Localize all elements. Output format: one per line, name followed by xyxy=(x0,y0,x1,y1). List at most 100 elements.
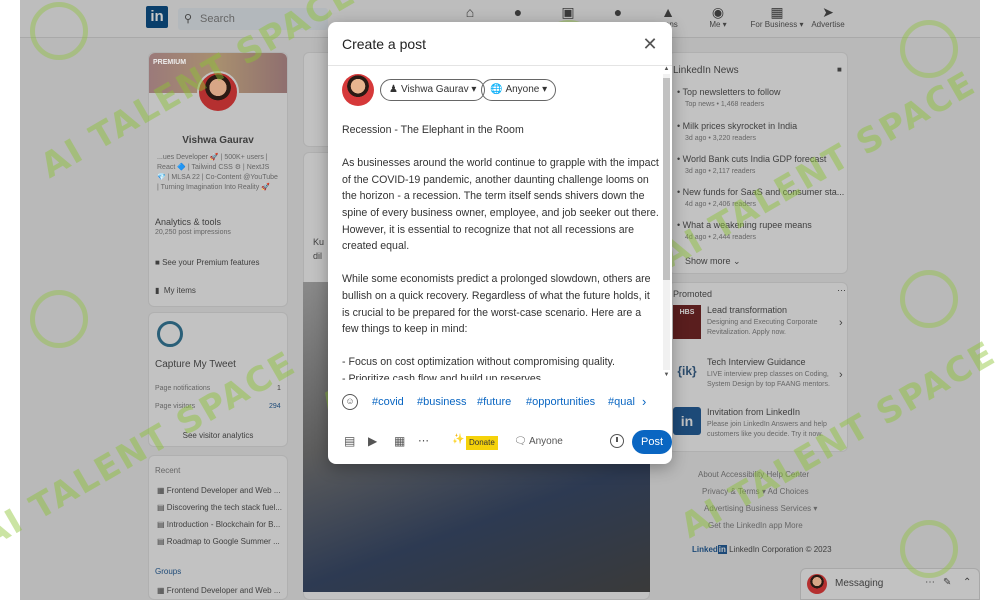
profile-avatar[interactable] xyxy=(197,71,239,113)
comment-visibility-button[interactable]: 🗨 Anyone xyxy=(514,436,563,447)
footer-links-3[interactable]: Advertising Business Services ▾ xyxy=(704,504,817,513)
news-item[interactable]: • Top newsletters to follow xyxy=(677,87,781,97)
news-meta: 4d ago • 2,406 readers xyxy=(685,201,756,208)
linkedin-logo[interactable]: in xyxy=(146,6,168,28)
post-paragraph: As businesses around the world continue … xyxy=(342,157,659,253)
chevron-right-icon[interactable]: › xyxy=(642,394,646,409)
chevron-right-icon[interactable]: › xyxy=(839,317,843,329)
recent-item[interactable]: ▤ Discovering the tech stack fuel... xyxy=(157,503,282,512)
celebrate-icon[interactable]: ✨ xyxy=(452,434,464,445)
visibility-label: Anyone xyxy=(505,84,540,95)
recent-item[interactable]: ▤ Roadmap to Google Summer ... xyxy=(157,537,280,546)
show-more-label: Show more xyxy=(685,256,731,266)
news-item[interactable]: • New funds for SaaS and consumer sta... xyxy=(677,187,844,197)
feed-snippet-1: Ku xyxy=(313,237,325,247)
hashtag-chip[interactable]: #future xyxy=(477,396,511,408)
chevron-up-icon[interactable]: ⌃ xyxy=(963,577,971,588)
messaging-label: Messaging xyxy=(835,578,884,589)
post-editor[interactable]: Recession - The Elephant in the Room As … xyxy=(342,122,660,380)
hashtag-chip[interactable]: #opportunities xyxy=(526,396,595,408)
visibility-selector-button[interactable]: 🌐 Anyone ▾ xyxy=(481,79,557,101)
premium-icon: ■ xyxy=(155,258,160,267)
premium-features-link[interactable]: ■ See your Premium features xyxy=(155,258,259,267)
post-button[interactable]: Post xyxy=(632,430,672,454)
recent-item-label: Discovering the tech stack fuel... xyxy=(166,503,282,512)
my-items-link[interactable]: ▮ My items xyxy=(155,286,196,295)
see-visitor-analytics-link[interactable]: See visitor analytics xyxy=(149,431,287,440)
profile-name[interactable]: Vishwa Gaurav xyxy=(149,135,287,146)
ik-logo: {ik} xyxy=(673,357,701,385)
promoted-item-title[interactable]: Lead transformation xyxy=(707,305,787,315)
promoted-item-title[interactable]: Tech Interview Guidance xyxy=(707,357,806,367)
promoted-item-title[interactable]: Invitation from LinkedIn xyxy=(707,407,800,417)
chevron-right-icon[interactable]: › xyxy=(839,369,843,381)
document-icon[interactable]: ▦ xyxy=(394,434,405,448)
close-icon[interactable]: ✕ xyxy=(638,32,662,56)
page-card-title[interactable]: Capture My Tweet xyxy=(155,359,236,370)
analytics-subtitle: 20,250 post impressions xyxy=(155,229,231,236)
recent-card: Recent ▦ Frontend Developer and Web ... … xyxy=(148,455,288,600)
profile-headline-3: 💎 | MLSA 22 | Co-Content @YouTube xyxy=(157,174,278,181)
more-options-icon[interactable]: ⋯ xyxy=(418,434,429,447)
promoted-item-desc: System Design by top FAANG mentors. xyxy=(707,381,830,388)
show-more-button[interactable]: Show more ⌄ xyxy=(685,256,741,267)
messaging-avatar xyxy=(807,574,827,594)
event-icon: ▤ xyxy=(157,537,165,546)
footer-links-2[interactable]: Privacy & Terms ▾ Ad Choices xyxy=(702,487,809,496)
news-item[interactable]: • Milk prices skyrocket in India xyxy=(677,121,797,131)
group-icon: ▦ xyxy=(157,586,165,595)
hashtag-chip[interactable]: #covid xyxy=(372,396,404,408)
scroll-thumb[interactable] xyxy=(663,78,670,280)
schedule-clock-icon[interactable] xyxy=(610,434,624,448)
news-headline: World Bank cuts India GDP forecast xyxy=(682,154,827,164)
hbs-logo-text: HBS xyxy=(679,309,695,316)
compose-icon[interactable]: ✎ xyxy=(943,577,951,588)
chevron-down-icon: ⌄ xyxy=(733,256,741,266)
group-item[interactable]: ▦ Frontend Developer and Web ... xyxy=(157,586,281,595)
footer-links-1[interactable]: About Accessibility Help Center xyxy=(698,470,809,479)
nav-advertise[interactable]: ➤ Advertise xyxy=(798,4,858,29)
donate-button[interactable]: Donate xyxy=(466,436,498,450)
search-icon: ⚲ xyxy=(184,13,193,25)
photo-icon[interactable]: ▤ xyxy=(344,434,355,448)
promoted-item-desc: Revitalization. Apply now. xyxy=(707,329,786,336)
hashtag-chip[interactable]: #qual xyxy=(608,396,635,408)
nav-me[interactable]: ◉ Me ▾ xyxy=(688,4,748,29)
page-notifications-label[interactable]: Page notifications xyxy=(155,385,210,392)
messaging-bar[interactable]: Messaging ⋯ ✎ ⌃ xyxy=(800,568,980,600)
post-paragraph: While some economists predict a prolonge… xyxy=(342,273,651,336)
info-icon[interactable]: ■ xyxy=(837,65,842,74)
ik-logo-text: {ik} xyxy=(677,364,697,378)
news-headline: What a weakening rupee means xyxy=(682,220,812,230)
footer-links-4[interactable]: Get the LinkedIn app More xyxy=(708,521,803,530)
editor-scrollbar[interactable]: ▲ ▼ xyxy=(663,66,670,380)
scroll-down-arrow[interactable]: ▼ xyxy=(663,372,670,378)
globe-icon: 🌐 xyxy=(490,84,503,95)
author-selector-button[interactable]: ♟ Vishwa Gaurav ▾ xyxy=(380,79,486,101)
recent-item[interactable]: ▦ Frontend Developer and Web ... xyxy=(157,486,281,495)
scroll-up-arrow[interactable]: ▲ xyxy=(663,66,670,72)
page-visitors-count: 294 xyxy=(269,403,281,410)
more-options-icon[interactable]: ⋯ xyxy=(837,285,846,296)
caret-down-icon: ▾ xyxy=(542,84,548,95)
post-toolbar: ▤ ▶ ▦ ⋯ ✨ Donate 🗨 Anyone Post xyxy=(342,430,672,454)
recent-item[interactable]: ▤ Introduction - Blockchain for B... xyxy=(157,520,280,529)
groups-title[interactable]: Groups xyxy=(155,567,181,576)
news-title: LinkedIn News xyxy=(673,65,739,76)
news-item[interactable]: • World Bank cuts India GDP forecast xyxy=(677,154,826,164)
copyright-text: LinkedIn Corporation © 2023 xyxy=(729,545,832,554)
emoji-icon[interactable]: ☺ xyxy=(342,394,358,410)
nav-me-label: Me xyxy=(709,20,721,29)
hashtag-chip[interactable]: #business xyxy=(417,396,467,408)
news-item[interactable]: • What a weakening rupee means xyxy=(677,220,812,230)
video-icon[interactable]: ▶ xyxy=(368,434,377,448)
linkedin-wordmark: Linkedin xyxy=(692,545,727,554)
more-options-icon[interactable]: ⋯ xyxy=(925,577,935,588)
search-input[interactable]: ⚲ Search xyxy=(178,8,328,30)
news-meta: Top news • 1,468 readers xyxy=(685,101,765,108)
promoted-item-desc: Designing and Executing Corporate xyxy=(707,319,818,326)
analytics-title[interactable]: Analytics & tools xyxy=(155,217,221,227)
author-name: Vishwa Gaurav xyxy=(400,84,469,95)
page-visitors-label[interactable]: Page visitors xyxy=(155,403,195,410)
news-meta: 3d ago • 2,117 readers xyxy=(685,168,756,175)
